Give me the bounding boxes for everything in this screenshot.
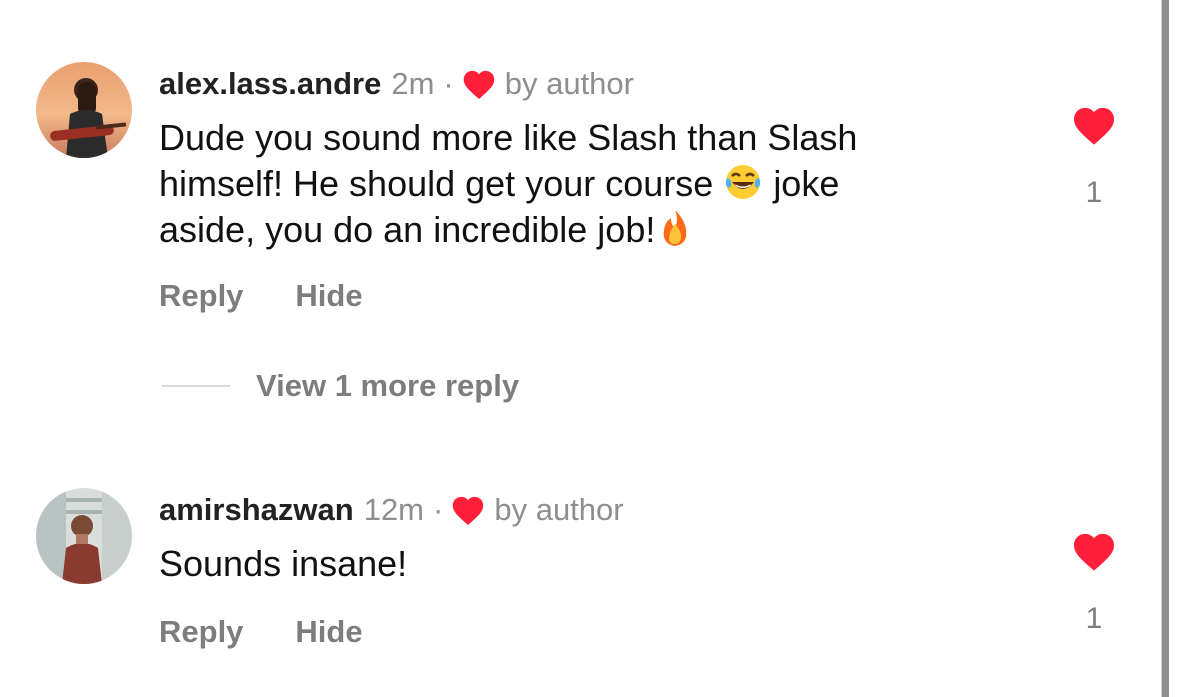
separator-dot: · [433,492,444,527]
like-count: 1 [1085,602,1103,635]
timestamp: 12m [363,492,425,527]
comment-actions: Reply Hide [159,614,363,650]
comment: amirshazwan 12m · by author Sounds insan… [0,0,1160,697]
heart-icon[interactable] [1071,530,1117,572]
comment-meta: amirshazwan 12m · by author [159,492,624,528]
reply-button[interactable]: Reply [159,614,243,650]
heart-icon [450,494,486,526]
comment-text-line: Sounds insane! [159,543,408,584]
scrollbar[interactable] [1161,0,1179,697]
scrollbar-thumb[interactable] [1162,0,1169,697]
hide-button[interactable]: Hide [295,614,362,650]
username[interactable]: amirshazwan [159,492,354,528]
avatar[interactable] [36,488,132,584]
liked-by-author-label: by author [494,492,624,527]
comment-text: Sounds insane! [159,541,979,587]
